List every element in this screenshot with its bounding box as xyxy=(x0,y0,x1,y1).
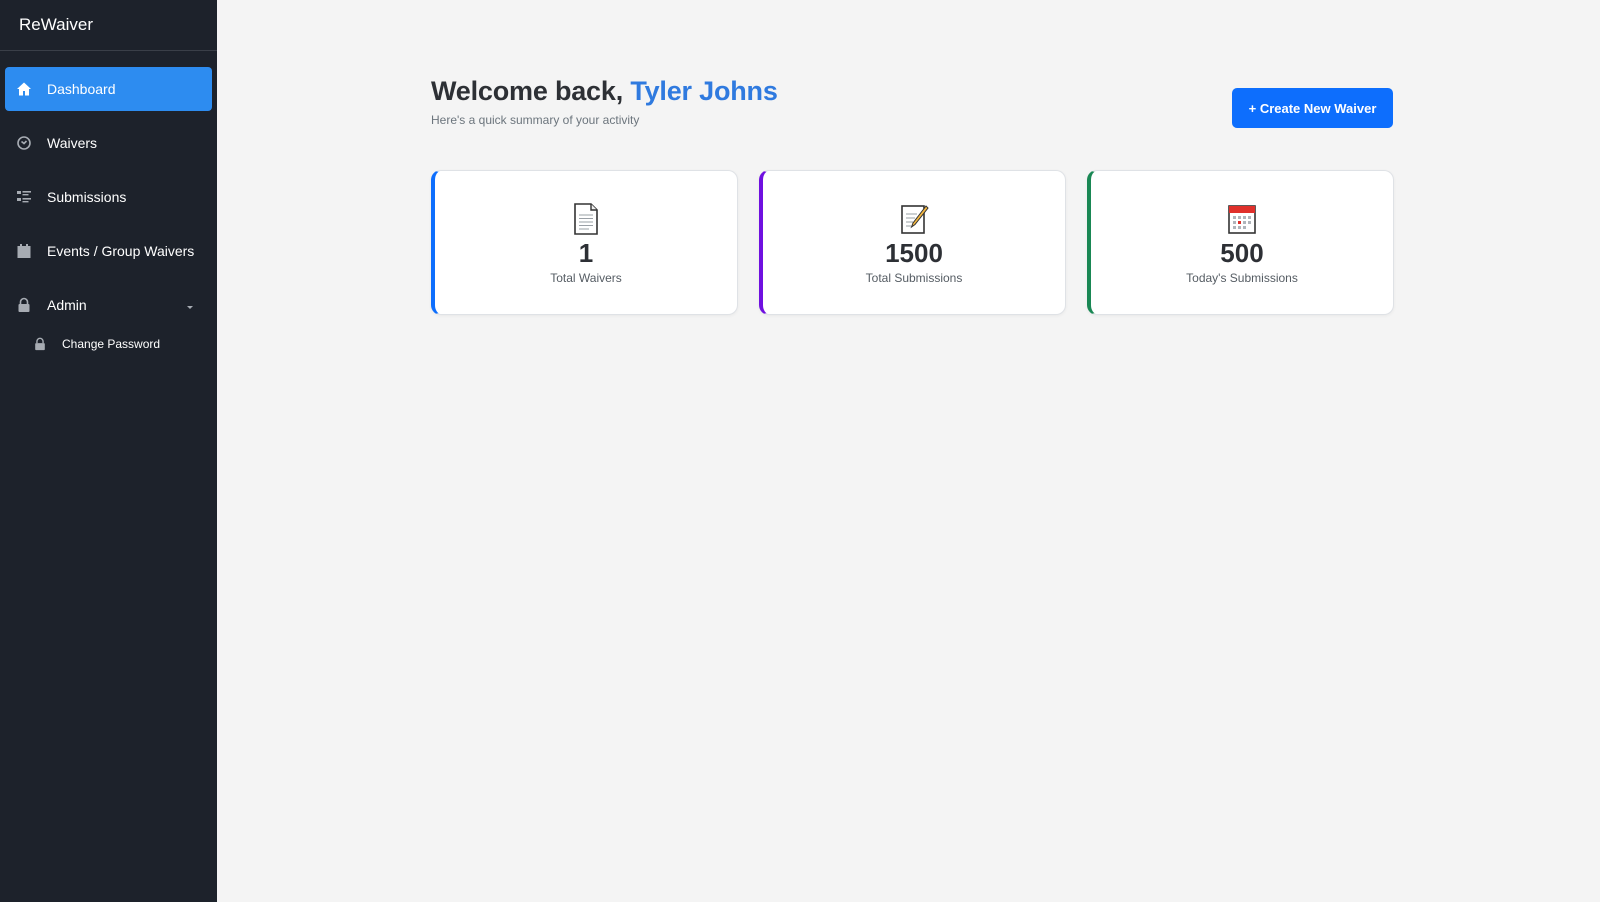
lock-icon xyxy=(32,336,48,352)
sidebar-subitem-label: Change Password xyxy=(62,337,161,351)
create-new-waiver-button[interactable]: + Create New Waiver xyxy=(1232,88,1393,128)
main-content: Welcome back, Tyler Johns Here's a quick… xyxy=(217,0,1600,902)
sidebar-item-submissions[interactable]: Submissions xyxy=(5,175,212,219)
sidebar-subitem-change-password[interactable]: Change Password xyxy=(5,329,212,359)
sidebar-item-events[interactable]: Events / Group Waivers xyxy=(5,229,212,273)
page-title: Welcome back, Tyler Johns xyxy=(431,76,778,107)
greeting-text: Welcome back, xyxy=(431,76,623,106)
home-icon xyxy=(15,80,33,98)
clock-icon xyxy=(15,134,33,152)
memo-icon xyxy=(899,203,929,235)
lock-icon xyxy=(15,296,33,314)
stat-label: Total Submissions xyxy=(865,271,963,285)
stat-value: 1500 xyxy=(885,238,943,268)
stat-value: 500 xyxy=(1220,238,1264,268)
sidebar-item-admin[interactable]: Admin xyxy=(5,283,212,327)
stat-card-total-waivers: 1 Total Waivers xyxy=(431,170,738,315)
stat-label: Total Waivers xyxy=(550,271,622,285)
user-name: Tyler Johns xyxy=(630,76,778,106)
sidebar-item-dashboard[interactable]: Dashboard xyxy=(5,67,212,111)
sidebar-item-label: Waivers xyxy=(47,135,98,151)
list-icon xyxy=(15,188,33,206)
stat-card-total-submissions: 1500 Total Submissions xyxy=(759,170,1066,315)
sidebar-item-label: Events / Group Waivers xyxy=(47,243,195,259)
document-icon xyxy=(571,203,601,235)
sidebar-item-label: Submissions xyxy=(47,189,127,205)
chevron-down-icon[interactable] xyxy=(186,297,194,313)
stat-value: 1 xyxy=(578,238,594,268)
sidebar-item-label: Dashboard xyxy=(47,81,116,97)
stats-cards: 1 Total Waivers 1500 Total Submissions 5… xyxy=(431,170,1394,315)
page-subtitle: Here's a quick summary of your activity xyxy=(431,113,640,127)
calendar-icon xyxy=(15,242,33,260)
sidebar-item-waivers[interactable]: Waivers xyxy=(5,121,212,165)
calendar-icon xyxy=(1227,203,1257,235)
sidebar-nav: Dashboard Waivers Submissions Events / G… xyxy=(0,51,217,327)
sidebar: ReWaiver Dashboard Waivers Submissions E… xyxy=(0,0,217,902)
stat-label: Today's Submissions xyxy=(1186,271,1298,285)
sidebar-item-label: Admin xyxy=(47,297,87,313)
brand-logo[interactable]: ReWaiver xyxy=(0,0,217,51)
stat-card-todays-submissions: 500 Today's Submissions xyxy=(1087,170,1394,315)
